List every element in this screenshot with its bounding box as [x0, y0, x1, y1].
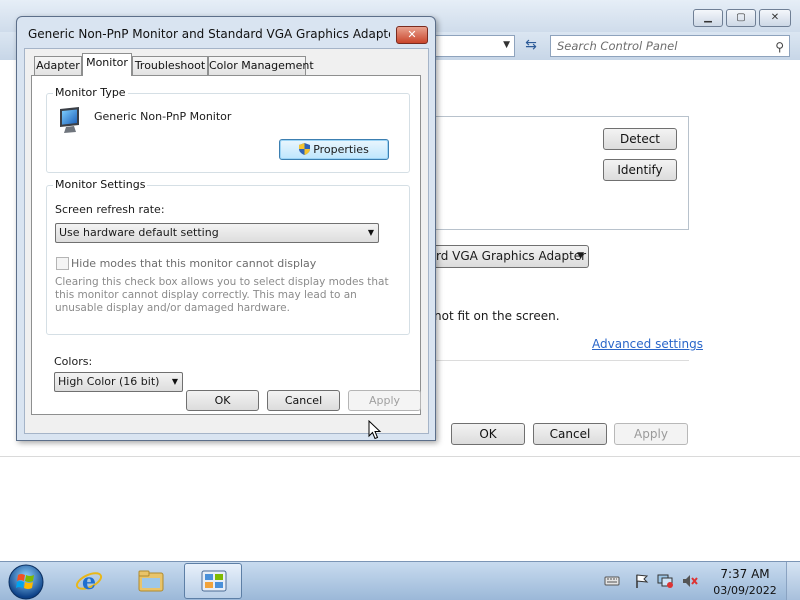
dialog-body: Adapter Monitor Troubleshoot Color Manag… — [24, 48, 429, 434]
monitor-settings-heading: Monitor Settings — [53, 178, 148, 191]
resolution-warning-text: not fit on the screen. — [434, 309, 560, 323]
hide-modes-label: Hide modes that this monitor cannot disp… — [71, 257, 317, 270]
close-button[interactable]: ✕ — [759, 9, 791, 27]
monitor-name: Generic Non-PnP Monitor — [94, 110, 232, 123]
refresh-rate-select[interactable]: Use hardware default setting ▼ — [55, 223, 379, 243]
divider — [434, 360, 689, 361]
detect-button[interactable]: Detect — [603, 128, 677, 150]
chevron-down-icon: ▼ — [367, 228, 374, 237]
search-icon[interactable]: ⚲ — [775, 37, 784, 57]
identify-button[interactable]: Identify — [603, 159, 677, 181]
colors-label: Colors: — [54, 355, 93, 368]
colors-value: High Color (16 bit) — [58, 375, 160, 388]
system-tray — [600, 562, 710, 600]
tab-color-management[interactable]: Color Management — [208, 56, 314, 75]
svg-text:e: e — [82, 569, 96, 595]
tab-troubleshoot[interactable]: Troubleshoot — [132, 56, 208, 75]
shield-icon — [299, 143, 311, 155]
mouse-cursor-icon — [368, 420, 382, 440]
taskbar: e 7:37 AM 03/09/2022 — [0, 561, 800, 600]
ok-button[interactable]: OK — [451, 423, 525, 445]
display-select[interactable]: rd VGA Graphics Adapter ▼ — [434, 245, 589, 268]
network-disconnected-icon[interactable] — [657, 574, 673, 588]
search-input[interactable]: Search Control Panel ⚲ — [550, 35, 790, 57]
monitor-properties-dialog: Generic Non-PnP Monitor and Standard VGA… — [16, 16, 436, 441]
cancel-button[interactable]: Cancel — [267, 390, 340, 411]
internet-explorer-icon: e — [75, 569, 103, 595]
monitor-settings-group: Monitor Settings Screen refresh rate: Us… — [46, 178, 410, 335]
refresh-rate-value: Use hardware default setting — [59, 226, 219, 239]
hide-modes-help-text: Clearing this check box allows you to se… — [55, 276, 389, 314]
volume-muted-icon[interactable] — [682, 574, 698, 588]
tab-monitor[interactable]: Monitor — [82, 53, 132, 76]
action-center-flag-icon[interactable] — [634, 574, 650, 588]
taskbar-internet-explorer[interactable]: e — [60, 563, 118, 599]
search-placeholder: Search Control Panel — [557, 39, 678, 53]
monitor-type-group: Monitor Type Generic Non-PnP Monitor Pro… — [46, 86, 410, 173]
folder-icon — [138, 570, 164, 592]
taskbar-control-panel[interactable] — [184, 563, 242, 599]
ok-button[interactable]: OK — [186, 390, 259, 411]
keyboard-icon[interactable] — [604, 574, 620, 588]
clock-date[interactable]: 03/09/2022 — [710, 584, 780, 597]
close-button[interactable]: ✕ — [396, 26, 428, 44]
chevron-down-icon[interactable]: ▼ — [503, 40, 510, 50]
address-bar[interactable]: ▼ — [430, 35, 515, 57]
colors-select[interactable]: High Color (16 bit) ▼ — [54, 372, 183, 392]
clock-time[interactable]: 7:37 AM — [714, 567, 776, 581]
tab-adapter[interactable]: Adapter — [34, 56, 82, 75]
monitor-tab-panel: Monitor Type Generic Non-PnP Monitor Pro… — [31, 75, 421, 415]
monitor-icon — [60, 107, 79, 133]
refresh-rate-label: Screen refresh rate: — [55, 203, 165, 216]
show-desktop-button[interactable] — [786, 562, 800, 600]
refresh-icon[interactable]: ⇆ — [519, 35, 543, 57]
minimize-button[interactable]: ▁ — [693, 9, 723, 27]
properties-label: Properties — [313, 143, 369, 156]
apply-button: Apply — [348, 390, 421, 411]
dialog-title: Generic Non-PnP Monitor and Standard VGA… — [28, 27, 390, 41]
apply-button: Apply — [614, 423, 688, 445]
start-button[interactable] — [7, 563, 45, 600]
chevron-down-icon: ▼ — [171, 377, 178, 386]
chevron-down-icon: ▼ — [577, 251, 584, 261]
properties-button[interactable]: Properties — [279, 139, 389, 160]
taskbar-windows-explorer[interactable] — [122, 563, 180, 599]
maximize-button[interactable]: ▢ — [726, 9, 756, 27]
cancel-button[interactable]: Cancel — [533, 423, 607, 445]
control-panel-icon — [201, 570, 227, 592]
hide-modes-checkbox — [56, 257, 69, 270]
divider — [0, 456, 800, 457]
monitor-type-heading: Monitor Type — [53, 86, 128, 99]
display-select-value: rd VGA Graphics Adapter — [436, 249, 587, 263]
advanced-settings-link[interactable]: Advanced settings — [592, 337, 703, 351]
